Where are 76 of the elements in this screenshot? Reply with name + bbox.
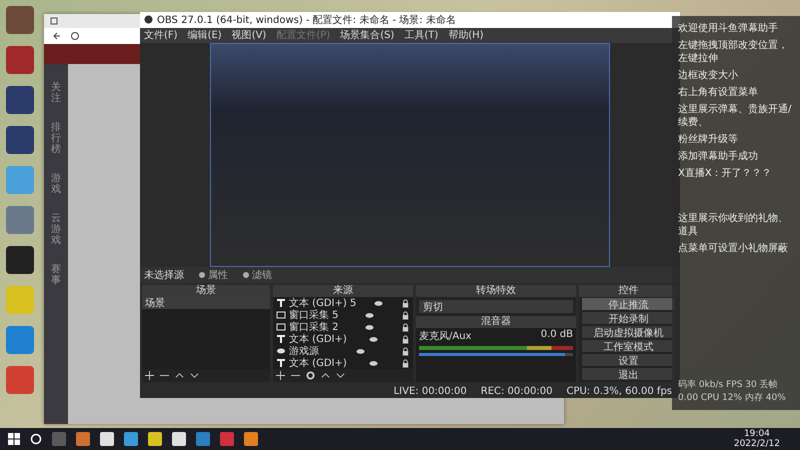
sidebar-item[interactable]: 排行榜 bbox=[50, 122, 62, 155]
chat-message: X直播X：开了？？？ bbox=[678, 167, 773, 180]
lock-icon[interactable] bbox=[400, 358, 410, 368]
lock-icon[interactable] bbox=[401, 298, 410, 308]
move-down-icon[interactable] bbox=[336, 371, 345, 380]
text-icon bbox=[276, 334, 286, 344]
control-button[interactable]: 开始录制 bbox=[582, 312, 675, 324]
add-icon[interactable] bbox=[145, 371, 154, 380]
source-item[interactable]: 文本 (GDI+) bbox=[289, 356, 347, 370]
chat-message: 边框改变大小 bbox=[678, 69, 739, 82]
status-text: REC: 00:00:00 bbox=[480, 386, 552, 397]
chat-message: 粉丝牌升级等 bbox=[678, 133, 739, 146]
menu-item[interactable]: 工具(T) bbox=[404, 28, 438, 42]
control-button[interactable]: 退出 bbox=[582, 368, 675, 380]
lock-icon[interactable] bbox=[400, 334, 410, 344]
chat-message: 右上角有设置菜单 bbox=[678, 86, 759, 99]
control-button[interactable]: 停止推流 bbox=[582, 298, 675, 310]
panel-header: 转场特效 bbox=[416, 285, 576, 298]
move-up-icon[interactable] bbox=[175, 371, 184, 380]
desktop-shortcut-icon[interactable] bbox=[6, 246, 34, 274]
panel-header: 来源 bbox=[273, 285, 413, 298]
chat-message: 添加弹幕助手成功 bbox=[678, 150, 759, 163]
lock-icon[interactable] bbox=[401, 346, 410, 356]
menu-item[interactable]: 帮助(H) bbox=[448, 28, 484, 42]
panel-header: 场景 bbox=[142, 285, 270, 298]
add-icon[interactable] bbox=[276, 371, 285, 380]
sidebar-item[interactable]: 关注 bbox=[50, 82, 62, 104]
clock-date: 2022/2/12 bbox=[734, 439, 780, 449]
menu-item[interactable]: 编辑(E) bbox=[188, 28, 222, 42]
chat-message: 左键拖拽顶部改变位置，左键拉伸 bbox=[678, 39, 789, 65]
panel-header: 混音器 bbox=[416, 316, 576, 328]
lock-icon[interactable] bbox=[400, 310, 410, 320]
app-logo-icon bbox=[144, 15, 153, 24]
sidebar-item[interactable]: 云游戏 bbox=[50, 213, 62, 246]
chat-message: 这里展示弹幕、贵族开通/续费、 bbox=[678, 103, 792, 129]
source-item[interactable]: 文本 (GDI+) 5 bbox=[289, 296, 356, 310]
transition-dropdown[interactable]: 剪切 bbox=[419, 300, 573, 314]
filters-button[interactable]: 滤镜 bbox=[242, 268, 272, 282]
back-icon[interactable] bbox=[52, 31, 62, 41]
control-button[interactable]: 设置 bbox=[582, 354, 675, 366]
clock-time: 19:04 bbox=[744, 429, 770, 439]
sidebar-item[interactable]: 赛事 bbox=[50, 264, 62, 286]
chat-message: 欢迎使用斗鱼弹幕助手 bbox=[678, 22, 779, 35]
window-icon bbox=[276, 322, 286, 332]
gift-notice: 点菜单可设置小礼物屏蔽 bbox=[678, 242, 789, 255]
menu-item[interactable]: 视图(V) bbox=[232, 28, 266, 42]
sidebar-item[interactable]: 游戏 bbox=[50, 173, 62, 195]
settings-icon[interactable] bbox=[306, 371, 315, 380]
text-icon bbox=[276, 298, 286, 308]
search-icon[interactable] bbox=[30, 433, 42, 445]
channel-name: 麦克风/Aux bbox=[419, 330, 472, 344]
tab-icon[interactable] bbox=[50, 17, 58, 25]
source-item[interactable]: 文本 (GDI+) bbox=[289, 332, 347, 346]
text-icon bbox=[276, 358, 286, 368]
source-status-label: 未选择源 bbox=[144, 268, 184, 282]
source-item[interactable]: 窗口采集 2 bbox=[289, 320, 339, 334]
refresh-icon[interactable] bbox=[70, 31, 80, 41]
status-text: CPU: 0.3%, 60.00 fps bbox=[566, 386, 672, 397]
move-up-icon[interactable] bbox=[321, 371, 330, 380]
volume-reading: 0.0 dB bbox=[540, 329, 573, 342]
gift-notice: 这里展示你收到的礼物、道具 bbox=[678, 212, 789, 238]
lock-icon[interactable] bbox=[400, 322, 410, 332]
window-title: OBS 27.0.1 (64-bit, windows) - 配置文件: 未命名 - 场景: 未命名 bbox=[157, 14, 456, 27]
source-item[interactable]: 窗口采集 5 bbox=[289, 308, 339, 322]
properties-button[interactable]: 属性 bbox=[198, 268, 228, 282]
stream-stats: 码率 0kb/s FPS 30 丢帧 0.00 CPU 12% 内存 40% bbox=[678, 378, 787, 404]
windows-start-icon[interactable] bbox=[8, 433, 20, 445]
menu-item[interactable]: 场景集合(S) bbox=[340, 28, 394, 42]
status-text: LIVE: 00:00:00 bbox=[394, 386, 467, 397]
control-button[interactable]: 工作室模式 bbox=[582, 340, 675, 352]
scene-item[interactable]: 场景 bbox=[142, 297, 270, 310]
source-item[interactable]: 游戏源 bbox=[289, 344, 319, 358]
window-icon bbox=[276, 310, 286, 320]
move-down-icon[interactable] bbox=[190, 371, 199, 380]
menu-item[interactable]: 文件(F) bbox=[144, 28, 178, 42]
control-button[interactable]: 启动虚拟摄像机 bbox=[582, 326, 675, 338]
